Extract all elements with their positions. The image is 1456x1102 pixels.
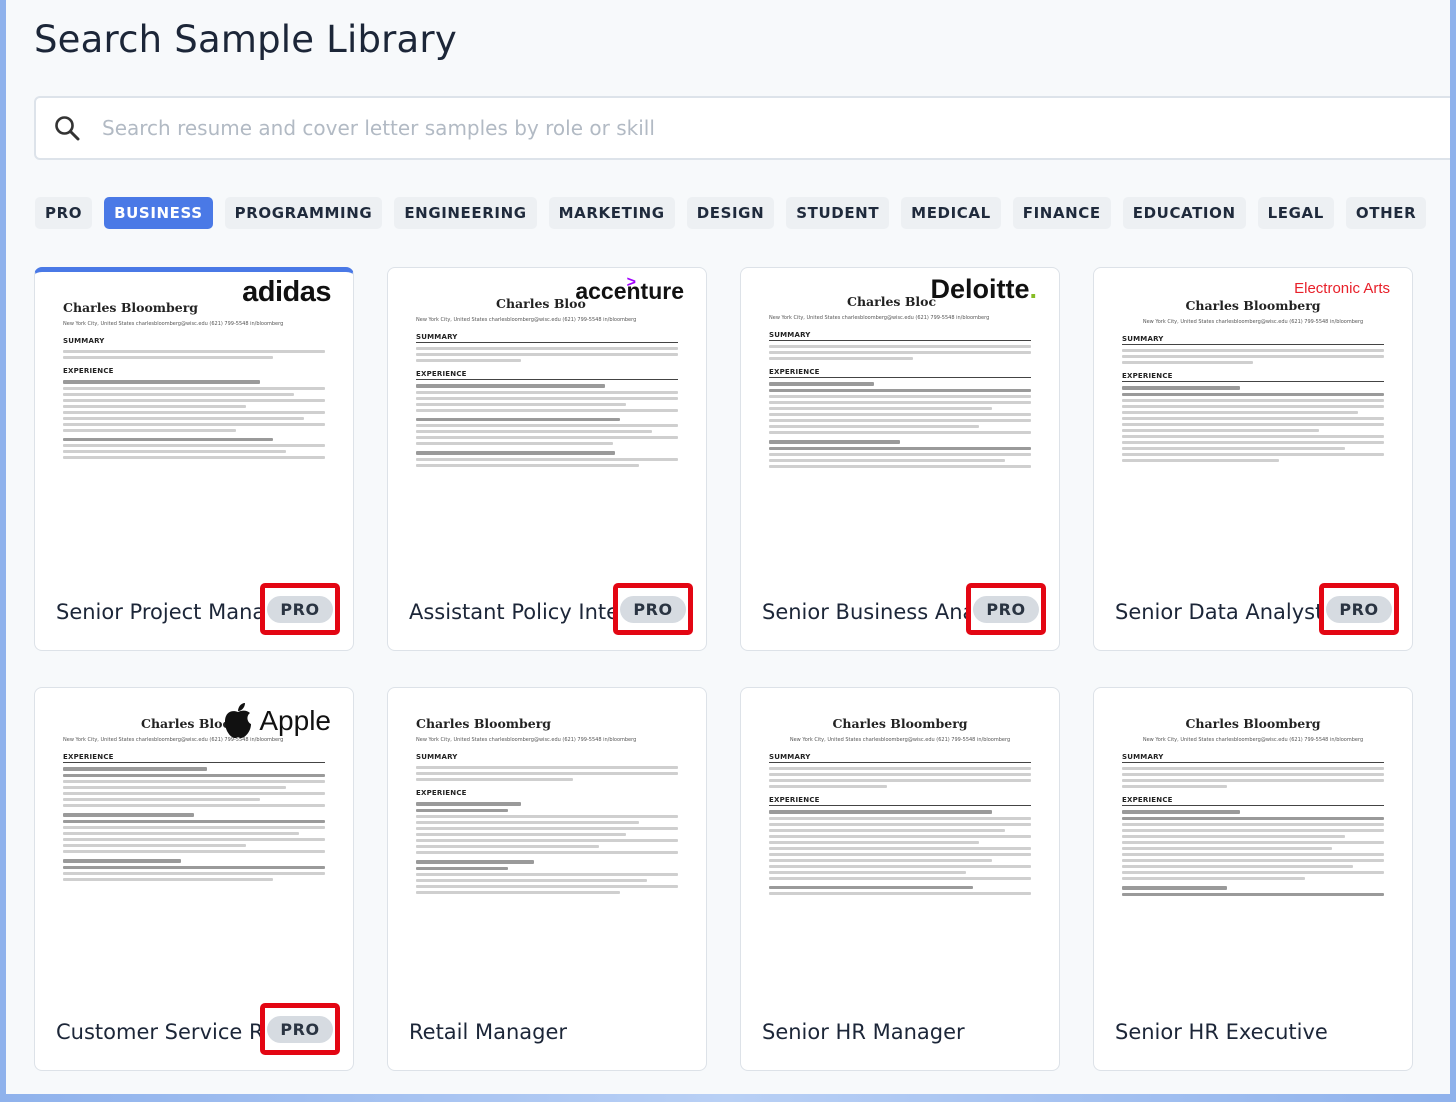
category-chip-marketing[interactable]: MARKETING xyxy=(548,197,675,229)
category-chip-business[interactable]: BUSINESS xyxy=(104,197,213,229)
sample-card[interactable]: > accenture Charles Bloo New York City, … xyxy=(387,267,707,651)
sample-card[interactable]: Charles Bloomberg New York City, United … xyxy=(1093,687,1413,1071)
resume-thumbnail: Apple Charles Bloom New York City, Unite… xyxy=(35,688,353,988)
apple-logo: Apple xyxy=(221,702,331,740)
category-chip-design[interactable]: DESIGN xyxy=(686,197,775,229)
sample-title: Assistant Policy Intern xyxy=(409,600,641,624)
sample-card[interactable]: Apple Charles Bloom New York City, Unite… xyxy=(34,687,354,1071)
sample-card[interactable]: adidas Charles Bloomberg New York City, … xyxy=(34,267,354,651)
resume-thumbnail: Electronic Arts Charles Bloomberg New Yo… xyxy=(1094,268,1412,568)
category-chip-legal[interactable]: LEGAL xyxy=(1257,197,1334,229)
apple-icon xyxy=(225,703,252,739)
resume-thumbnail: Deloitte. Charles Bloc New York City, Un… xyxy=(741,268,1059,568)
category-chip-engineering[interactable]: ENGINEERING xyxy=(394,197,537,229)
adidas-logo: adidas xyxy=(242,276,331,308)
category-chip-education[interactable]: EDUCATION xyxy=(1122,197,1246,229)
sample-title: Senior HR Executive xyxy=(1115,1020,1328,1044)
resume-name: Charles Bloomberg xyxy=(832,716,968,731)
resume-thumbnail: > accenture Charles Bloo New York City, … xyxy=(388,268,706,568)
category-chip-finance[interactable]: FINANCE xyxy=(1012,197,1111,229)
resume-summary-heading: SUMMARY xyxy=(416,333,678,343)
resume-experience-heading: EXPERIENCE xyxy=(416,370,678,380)
electronic-arts-logo: Electronic Arts xyxy=(1294,280,1390,297)
resume-thumbnail: Charles Bloomberg New York City, United … xyxy=(1094,688,1412,988)
resume-contact: New York City, United States charlesbloo… xyxy=(63,321,284,327)
category-filters: PRO BUSINESS PROGRAMMING ENGINEERING MAR… xyxy=(35,197,1427,229)
pro-badge: PRO xyxy=(966,583,1046,635)
accenture-logo: > accenture xyxy=(575,274,684,304)
deloitte-logo: Deloitte. xyxy=(930,274,1037,304)
resume-thumbnail: Charles Bloomberg New York City, United … xyxy=(741,688,1059,988)
resume-thumbnail: Charles Bloomberg New York City, United … xyxy=(388,688,706,988)
category-chip-programming[interactable]: PROGRAMMING xyxy=(224,197,383,229)
category-chip-medical[interactable]: MEDICAL xyxy=(901,197,1001,229)
search-input[interactable] xyxy=(102,116,1450,140)
resume-experience-heading: EXPERIENCE xyxy=(416,789,467,797)
resume-name: Charles Bloomberg xyxy=(1185,298,1321,313)
sample-library-panel: Search Sample Library PRO BUSINESS PROGR… xyxy=(6,0,1450,1094)
category-chip-pro[interactable]: PRO xyxy=(35,197,93,229)
resume-summary-heading: SUMMARY xyxy=(63,337,105,345)
resume-experience-heading: EXPERIENCE xyxy=(1122,372,1384,382)
resume-summary-heading: SUMMARY xyxy=(769,331,1031,341)
resume-experience-heading: EXPERIENCE xyxy=(1122,796,1384,806)
resume-contact: New York City, United States charlesbloo… xyxy=(769,315,990,321)
resume-contact: New York City, United States charlesbloo… xyxy=(1142,319,1364,325)
pro-badge: PRO xyxy=(260,1003,340,1055)
pro-badge: PRO xyxy=(1319,583,1399,635)
sample-card[interactable]: Electronic Arts Charles Bloomberg New Yo… xyxy=(1093,267,1413,651)
resume-summary-heading: SUMMARY xyxy=(416,753,458,761)
category-chip-student[interactable]: STUDENT xyxy=(786,197,890,229)
resume-summary-heading: SUMMARY xyxy=(769,753,1031,763)
resume-experience-heading: EXPERIENCE xyxy=(63,753,325,763)
search-bar[interactable] xyxy=(34,96,1450,160)
resume-experience-heading: EXPERIENCE xyxy=(63,367,114,375)
resume-contact: New York City, United States charlesbloo… xyxy=(416,317,637,323)
resume-experience-heading: EXPERIENCE xyxy=(769,796,1031,806)
sample-card[interactable]: Charles Bloomberg New York City, United … xyxy=(740,687,1060,1071)
resume-name: Charles Bloomberg xyxy=(1185,716,1321,731)
resume-contact: New York City, United States charlesbloo… xyxy=(416,737,637,743)
sample-card[interactable]: Deloitte. Charles Bloc New York City, Un… xyxy=(740,267,1060,651)
resume-thumbnail: adidas Charles Bloomberg New York City, … xyxy=(35,272,353,572)
pro-badge: PRO xyxy=(260,583,340,635)
category-chip-other[interactable]: OTHER xyxy=(1345,197,1427,229)
resume-contact: New York City, United States charlesbloo… xyxy=(789,737,1011,743)
resume-contact: New York City, United States charlesbloo… xyxy=(1142,737,1364,743)
sample-title: Retail Manager xyxy=(409,1020,568,1044)
resume-experience-heading: EXPERIENCE xyxy=(769,368,1031,378)
sample-title: Senior Data Analyst xyxy=(1115,600,1324,624)
sample-card[interactable]: Charles Bloomberg New York City, United … xyxy=(387,687,707,1071)
resume-summary-heading: SUMMARY xyxy=(1122,753,1384,763)
resume-summary-heading: SUMMARY xyxy=(1122,335,1384,345)
search-icon xyxy=(54,115,80,141)
pro-badge: PRO xyxy=(613,583,693,635)
resume-name: Charles Bloomberg xyxy=(416,716,552,731)
page-title: Search Sample Library xyxy=(34,18,457,61)
sample-title: Senior HR Manager xyxy=(762,1020,965,1044)
